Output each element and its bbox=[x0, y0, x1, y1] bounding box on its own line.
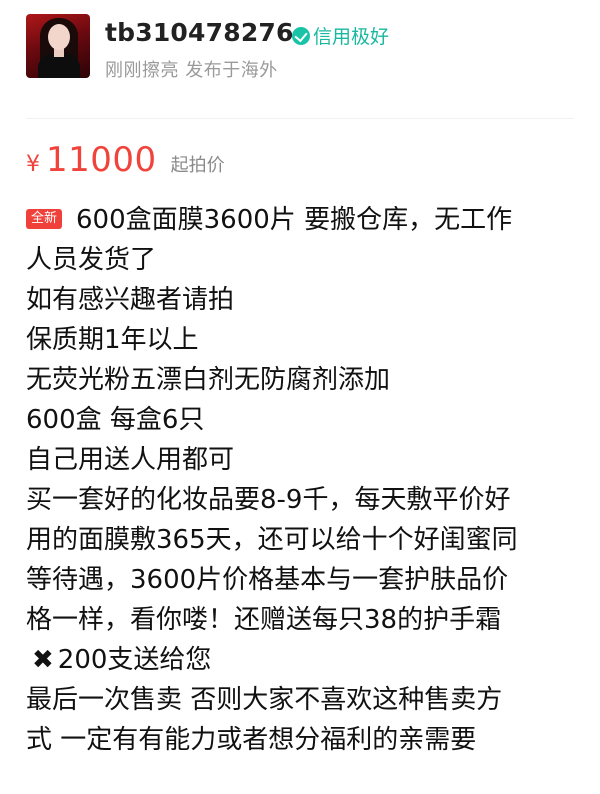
description-line: 最后一次售卖 否则大家不喜欢这种售卖方 bbox=[26, 685, 503, 715]
currency-symbol: ¥ bbox=[26, 152, 40, 177]
price-note: 起拍价 bbox=[170, 155, 225, 176]
description-line: 式 一定有有能力或者想分福利的亲需要 bbox=[26, 725, 477, 755]
description-line: 无荧光粉五漂白剂无防腐剂添加 bbox=[26, 365, 391, 395]
description-line: 全新 600盒面膜3600片 要搬仓库，无工作 bbox=[26, 200, 586, 240]
description-line: 人员发货了 bbox=[26, 245, 157, 275]
price-value: 11000 bbox=[46, 140, 157, 180]
cross-icon: ✖ bbox=[32, 645, 54, 675]
seller-header: tb310478276 信用极好 刚刚擦亮 发布于海外 bbox=[26, 14, 586, 84]
description-line: 自己用送人用都可 bbox=[26, 445, 235, 475]
description-line: 600盒 每盒6只 bbox=[26, 405, 205, 435]
divider bbox=[26, 118, 574, 119]
seller-username[interactable]: tb310478276 bbox=[105, 18, 294, 47]
description-line: 保质期1年以上 bbox=[26, 325, 199, 355]
credit-label: 信用极好 bbox=[313, 26, 390, 48]
description-line: 等待遇，3600片价格基本与一套护肤品价 bbox=[26, 565, 509, 595]
avatar[interactable] bbox=[26, 14, 90, 78]
description-line: 格一样，看你喽！还赠送每只38的护手霜 bbox=[26, 605, 502, 635]
credit-badge: 信用极好 bbox=[292, 22, 389, 49]
condition-badge: 全新 bbox=[26, 209, 63, 229]
description-line: ✖ 200支送给您 bbox=[26, 640, 586, 680]
description-line: 用的面膜敷365天，还可以给十个好闺蜜同 bbox=[26, 525, 518, 555]
description-line: 买一套好的化妆品要8-9千，每天敷平价好 bbox=[26, 485, 511, 515]
description-line: 如有感兴趣者请拍 bbox=[26, 285, 235, 315]
item-description: 全新 600盒面膜3600片 要搬仓库，无工作 人员发货了 如有感兴趣者请拍 保质… bbox=[26, 200, 586, 760]
price-row: ¥ 11000 起拍价 bbox=[26, 140, 225, 180]
check-circle-icon bbox=[292, 26, 310, 45]
post-info: 刚刚擦亮 发布于海外 bbox=[105, 60, 278, 81]
